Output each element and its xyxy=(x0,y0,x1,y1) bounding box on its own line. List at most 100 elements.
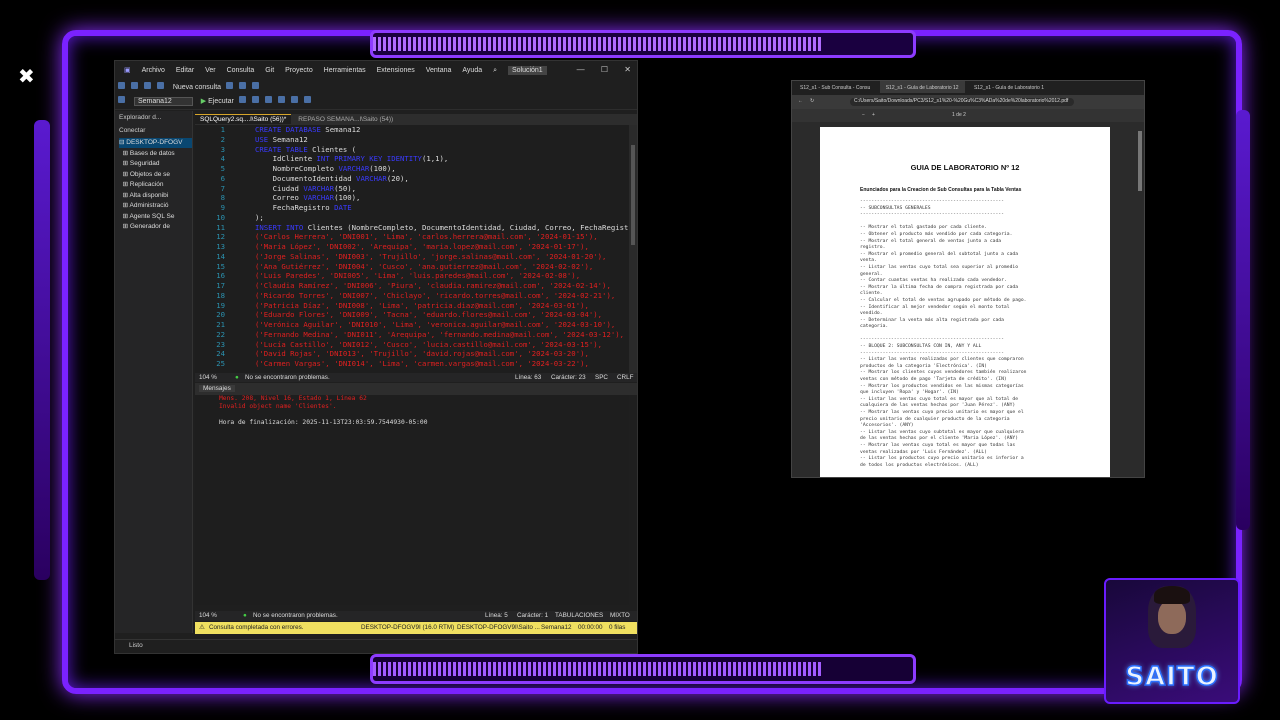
overlay-stripe xyxy=(388,662,391,676)
overlay-stripe xyxy=(378,662,381,676)
menu-ver[interactable]: Ver xyxy=(205,67,216,74)
line-number: 13 xyxy=(216,242,225,251)
overlay-stripe xyxy=(383,37,386,51)
close-window-icon[interactable]: ✕ xyxy=(624,65,631,74)
tree-node-server[interactable]: ⊟ DESKTOP-DFOGV xyxy=(119,138,192,148)
results-text-icon[interactable] xyxy=(277,96,285,103)
editor-scrollbar[interactable] xyxy=(629,125,637,373)
overlay-stripe xyxy=(543,37,546,51)
back-icon[interactable] xyxy=(118,82,125,89)
pdf-scrollbar[interactable] xyxy=(1138,131,1142,191)
search-icon[interactable]: ⌕ xyxy=(493,67,497,75)
menu-editar[interactable]: Editar xyxy=(176,67,194,74)
ssms-window: ▣ Archivo Editar Ver Consulta Git Proyec… xyxy=(114,60,638,654)
close-icon[interactable]: ✖ xyxy=(18,64,35,88)
overlay-stripe xyxy=(558,37,561,51)
code-line: ('Ana Gutiérrez', 'DNI004', 'Cusco', 'an… xyxy=(255,262,593,271)
redo-icon[interactable] xyxy=(238,82,246,89)
zoom-in-icon[interactable]: + xyxy=(872,112,875,118)
tree-node-replication[interactable]: ⊞ Replicación xyxy=(119,180,192,190)
pdf-viewer-window: S12_s1 - Sub Consulta - Consu S12_s1 - G… xyxy=(791,80,1145,478)
menu-consulta[interactable]: Consulta xyxy=(227,67,255,74)
undo-icon[interactable] xyxy=(226,82,234,89)
overlay-stripe xyxy=(668,662,671,676)
line-number: 18 xyxy=(216,290,225,300)
reload-icon[interactable]: ↻ xyxy=(810,98,814,104)
url-input[interactable]: C:/Users/Saito/Downloads/PC3/S12_s1%20-%… xyxy=(850,98,1074,106)
page-indicator[interactable]: 1 de 2 xyxy=(952,112,966,118)
new-file-icon[interactable] xyxy=(143,82,151,89)
line-number: 20 xyxy=(216,310,225,320)
menu-proyecto[interactable]: Proyecto xyxy=(285,67,313,74)
code-line: ('Carlos Herrera', 'DNI001', 'Lima', 'ca… xyxy=(255,232,598,241)
overlay-stripe xyxy=(778,662,781,676)
overlay-stripe xyxy=(648,662,651,676)
menu-ventana[interactable]: Ventana xyxy=(426,67,452,74)
tree-node-profiler[interactable]: ⊞ Generador de xyxy=(119,222,192,232)
tree-node-security[interactable]: ⊞ Seguridad xyxy=(119,159,192,169)
menu-herramientas[interactable]: Herramientas xyxy=(324,67,366,74)
connect-button[interactable]: Conectar xyxy=(115,124,192,137)
messages-tab[interactable]: Mensajes xyxy=(199,385,235,392)
indent-icon[interactable] xyxy=(303,96,311,103)
line-number: 19 xyxy=(216,300,225,310)
save-icon[interactable] xyxy=(156,82,164,89)
overlay-stripe xyxy=(398,662,401,676)
menu-extensiones[interactable]: Extensiones xyxy=(377,67,415,74)
menu-git[interactable]: Git xyxy=(265,67,274,74)
tree-node-databases[interactable]: ⊞ Bases de datos xyxy=(119,149,192,159)
query-editor[interactable]: 1 CREATE DATABASE Semana12 2 USE Semana12 3 C… xyxy=(195,125,629,373)
editor-zoom[interactable]: 104 % xyxy=(199,374,217,381)
maximize-icon[interactable]: ☐ xyxy=(601,65,608,74)
new-query-button[interactable]: Nueva consulta xyxy=(173,84,221,91)
menu-archivo[interactable]: Archivo xyxy=(142,67,165,74)
connect-icon[interactable] xyxy=(118,96,125,103)
zoom-out-icon[interactable]: − xyxy=(862,112,865,118)
overlay-stripe xyxy=(488,662,491,676)
overlay-stripe xyxy=(643,662,646,676)
overlay-stripe xyxy=(678,662,681,676)
overlay-stripe xyxy=(738,662,741,676)
tree-node-sql-agent[interactable]: ⊞ Agente SQL Se xyxy=(119,212,192,222)
tree-node-management[interactable]: ⊞ Administració xyxy=(119,201,192,211)
overlay-stripe xyxy=(593,37,596,51)
overlay-stripe xyxy=(453,662,456,676)
overlay-stripe xyxy=(393,37,396,51)
browser-tab-3[interactable]: S12_s1 - Guía de Laboratorio 1 xyxy=(968,81,1050,93)
overlay-stripe xyxy=(758,37,761,51)
browser-tab-1[interactable]: S12_s1 - Sub Consulta - Consu xyxy=(794,81,876,93)
overlay-stripe xyxy=(633,662,636,676)
minimize-icon[interactable]: — xyxy=(577,65,585,74)
menu-ayuda[interactable]: Ayuda xyxy=(462,67,482,74)
overlay-stripe xyxy=(423,37,426,51)
code-token: ('María López', 'DNI002', 'Arequipa', 'm… xyxy=(255,242,589,251)
overlay-stripe xyxy=(438,662,441,676)
editor-line: Línea: 63 xyxy=(515,374,542,381)
tree-node-availability[interactable]: ⊞ Alta disponibi xyxy=(119,191,192,201)
parse-icon[interactable] xyxy=(251,96,259,103)
overlay-stripe xyxy=(713,37,716,51)
tab-sqlquery2[interactable]: SQLQuery2.sq....l\Saito (56))* xyxy=(195,114,292,124)
tab-repaso[interactable]: REPASO SEMANA...l\Saito (54)) xyxy=(293,115,398,124)
forward-icon[interactable] xyxy=(130,82,138,89)
overlay-stripe xyxy=(603,37,606,51)
results-zoom[interactable]: 104 % xyxy=(199,612,217,619)
line-number: 12 xyxy=(216,232,225,242)
execute-button[interactable]: ▶ Ejecutar xyxy=(201,97,234,105)
results-grid-icon[interactable] xyxy=(264,96,272,103)
code-line: NombreCompleto VARCHAR(100), xyxy=(255,164,396,173)
copy-icon[interactable] xyxy=(251,82,259,89)
database-select[interactable]: Semana12 xyxy=(133,97,193,106)
back-arrow-icon[interactable]: ← xyxy=(798,98,803,104)
overlay-stripe xyxy=(793,662,796,676)
comment-icon[interactable] xyxy=(290,96,298,103)
stop-icon[interactable] xyxy=(238,96,246,103)
overlay-left-strip xyxy=(34,120,50,580)
browser-tab-2[interactable]: S12_s1 - Guía de Laboratorio 12 xyxy=(879,81,965,93)
overlay-stripe xyxy=(493,662,496,676)
ok-icon: ● xyxy=(235,374,239,381)
overlay-stripe xyxy=(608,37,611,51)
overlay-stripe xyxy=(408,662,411,676)
tree-node-server-objects[interactable]: ⊞ Objetos de se xyxy=(119,170,192,180)
object-tree: ⊟ DESKTOP-DFOGV ⊞ Bases de datos ⊞ Segur… xyxy=(115,138,192,232)
